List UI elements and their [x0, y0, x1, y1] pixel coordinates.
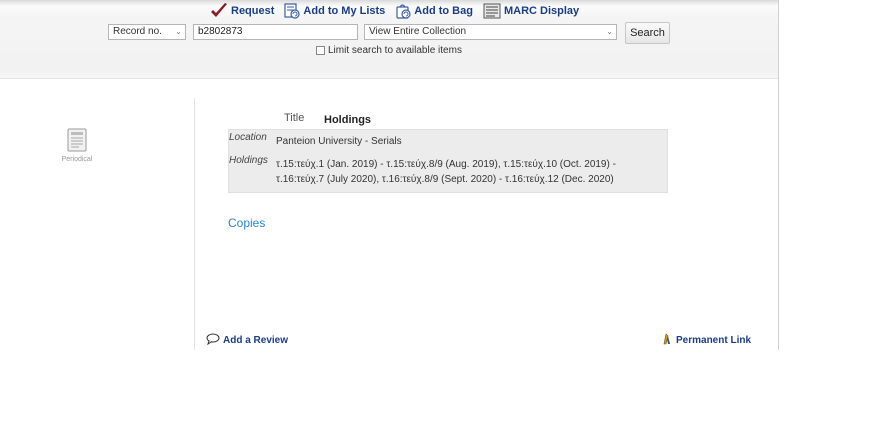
search-input-value: b2802873 — [198, 26, 243, 37]
copies-link[interactable]: Copies — [228, 216, 265, 230]
search-type-value: Record no. — [113, 26, 162, 37]
format-indicator: Periodical — [60, 127, 94, 163]
add-to-my-lists-button[interactable]: Add to My Lists — [284, 3, 385, 19]
permanent-link-label: Permanent Link — [676, 335, 752, 346]
chevron-down-icon: ⌄ — [175, 27, 182, 36]
request-label: Request — [231, 5, 275, 17]
marc-record-icon — [483, 3, 501, 19]
title-value: Holdings — [324, 114, 372, 126]
holdings-table: Location Panteion University - Serials H… — [228, 129, 668, 193]
permanent-link[interactable]: Permanent Link — [662, 333, 751, 348]
add-review-label: Add a Review — [223, 335, 289, 346]
periodical-icon — [67, 128, 87, 152]
chevron-down-icon: ⌄ — [606, 27, 613, 36]
limit-available-label: Limit search to available items — [328, 45, 462, 56]
header-divider — [0, 78, 778, 79]
search-input[interactable]: b2802873 — [193, 24, 358, 40]
marc-display-label: MARC Display — [503, 5, 580, 17]
holdings-label: Holdings — [229, 155, 268, 166]
format-label: Periodical — [61, 156, 93, 163]
content-divider — [194, 98, 195, 350]
limit-available-checkbox[interactable] — [316, 46, 325, 55]
request-button[interactable]: Request — [210, 3, 274, 19]
bag-icon — [395, 3, 411, 19]
search-type-select[interactable]: Record no. ⌄ — [108, 24, 186, 40]
record-toolbar: Request Add to My Lists Add to Bag MARC … — [210, 3, 585, 19]
speech-bubble-icon — [206, 333, 220, 348]
collection-select[interactable]: View Entire Collection ⌄ — [364, 24, 617, 40]
add-to-bag-label: Add to Bag — [414, 5, 473, 17]
holdings-line-1: τ.15:τεύχ.1 (Jan. 2019) - τ.15:τεύχ.8/9 … — [276, 159, 616, 170]
location-label: Location — [229, 132, 267, 143]
catalog-page: Request Add to My Lists Add to Bag MARC … — [0, 0, 779, 350]
search-button[interactable]: Search — [625, 22, 670, 44]
location-value: Panteion University - Serials — [276, 136, 402, 147]
add-review-link[interactable]: Add a Review — [206, 333, 288, 348]
add-to-my-lists-label: Add to My Lists — [303, 5, 386, 17]
link-icon — [662, 333, 672, 348]
holdings-line-2: τ.16:τεύχ.7 (July 2020), τ.16:τεύχ.8/9 (… — [276, 174, 614, 185]
limit-available-option: Limit search to available items — [316, 45, 462, 56]
add-to-bag-button[interactable]: Add to Bag — [395, 3, 473, 19]
collection-value: View Entire Collection — [369, 26, 467, 37]
checkmark-icon — [210, 3, 228, 19]
marc-display-button[interactable]: MARC Display — [483, 3, 579, 19]
title-label: Title — [284, 112, 305, 124]
add-to-list-icon — [284, 3, 301, 19]
